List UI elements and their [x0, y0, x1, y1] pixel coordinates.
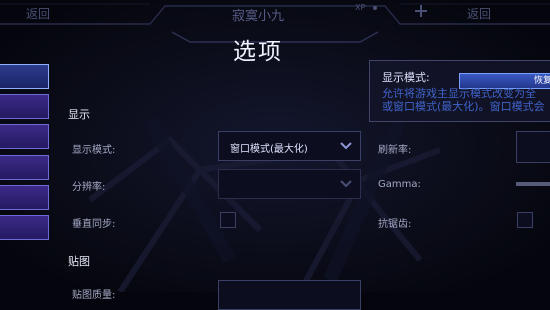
sidebar-tab-6[interactable] [0, 215, 49, 240]
vsync-label: 垂直同步: [72, 219, 116, 230]
display-mode-tooltip: 显示模式: 恢复 允许将游戏主显示模式改变为全 或窗口模式(最大化)。窗口模式会 [369, 60, 550, 122]
texture-quality-dropdown[interactable] [218, 280, 361, 310]
section-display-heading: 显示 [68, 108, 90, 121]
display-mode-label: 显示模式: [72, 145, 116, 156]
display-mode-dropdown[interactable]: 窗口模式(最大化) [218, 131, 361, 161]
page-title: 选项 [233, 39, 283, 65]
top-bar: 返回 寂寞小九 XP 返回 [0, 0, 550, 43]
back-button-left[interactable]: 返回 [26, 5, 50, 22]
sidebar-tab-3[interactable] [0, 124, 49, 149]
antialias-label: 抗锯齿: [378, 219, 412, 230]
refresh-rate-label: 刷新率: [378, 145, 412, 156]
player-name: 寂寞小九 [232, 9, 285, 24]
xp-label: XP [355, 3, 366, 12]
gamma-label: Gamma: [378, 179, 421, 190]
refresh-rate-dropdown[interactable] [516, 131, 550, 163]
texture-quality-label: 贴图质量: [72, 290, 116, 301]
sidebar-tab-4[interactable] [0, 155, 49, 180]
sidebar-tab-5[interactable] [0, 185, 49, 210]
sidebar-tab-2[interactable] [0, 94, 49, 119]
vsync-checkbox[interactable] [220, 212, 236, 228]
antialias-checkbox[interactable] [517, 212, 533, 228]
resolution-dropdown[interactable] [218, 169, 361, 199]
gamma-slider[interactable] [516, 182, 550, 186]
tooltip-title: 显示模式: [382, 71, 430, 84]
xp-dot-icon [373, 6, 377, 10]
section-textures-heading: 贴图 [68, 255, 90, 268]
sidebar-tab-1[interactable] [0, 64, 49, 89]
chevron-down-icon [340, 180, 352, 188]
display-mode-value: 窗口模式(最大化) [230, 144, 308, 155]
resolution-label: 分辨率: [72, 182, 106, 193]
plus-icon[interactable] [414, 4, 428, 18]
tooltip-line-2: 或窗口模式(最大化)。窗口模式会 [382, 100, 545, 113]
back-button-right[interactable]: 返回 [467, 5, 491, 22]
chevron-down-icon [340, 142, 352, 150]
